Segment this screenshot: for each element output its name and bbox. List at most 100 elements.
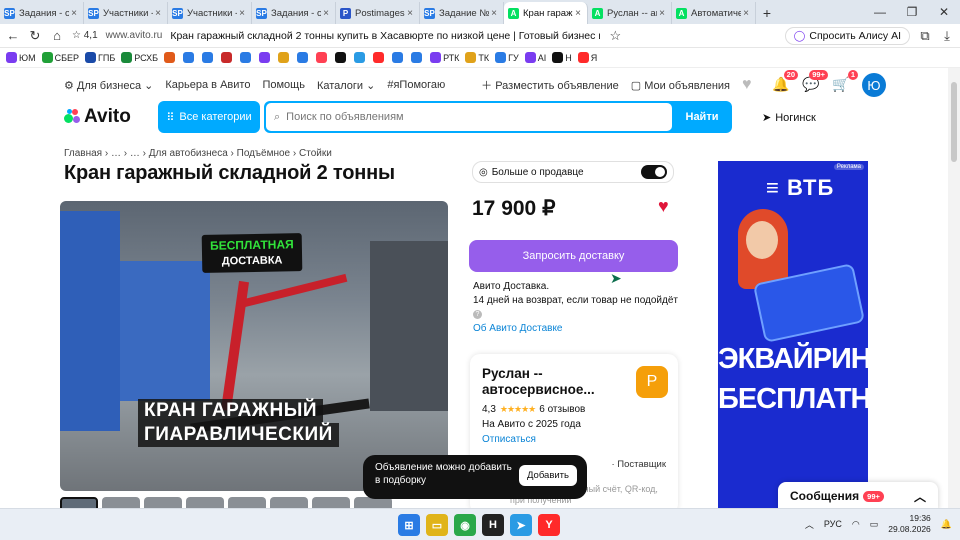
- breadcrumb[interactable]: Главная › … › … › Для автобизнеса › Подъ…: [64, 148, 332, 159]
- file-explorer-icon[interactable]: ▭: [426, 514, 448, 536]
- browser-tab[interactable]: SP Участники - пр×: [84, 2, 168, 24]
- bookmark-item[interactable]: AI: [524, 52, 546, 63]
- unsubscribe-link[interactable]: Отписаться: [482, 434, 666, 445]
- cart-icon[interactable]: 🛒 1: [832, 70, 858, 94]
- request-delivery-button[interactable]: Запросить доставку: [469, 240, 678, 272]
- bookmark-item[interactable]: [278, 52, 291, 63]
- home-icon[interactable]: ⌂: [50, 28, 64, 43]
- toggle-switch[interactable]: [641, 165, 667, 179]
- browser-tab[interactable]: SP Задания - общ×: [0, 2, 84, 24]
- seller-name[interactable]: Руслан -- автосервисное...: [482, 366, 622, 398]
- bookmark-item[interactable]: [316, 52, 329, 63]
- page-scrollbar[interactable]: [948, 68, 960, 508]
- browser-tab[interactable]: SP Участники - пр×: [168, 2, 252, 24]
- bookmark-item[interactable]: [373, 52, 386, 63]
- listing-photo[interactable]: БЕСПЛАТНАЯ ДОСТАВКА КРАН ГАРАЖНЫЙ ГИАРАВ…: [60, 201, 448, 491]
- wifi-icon[interactable]: ◠: [852, 519, 860, 530]
- bookmark-item[interactable]: [221, 52, 234, 63]
- browser-tab[interactable]: SP Задание №303×: [420, 2, 504, 24]
- restore-icon[interactable]: ❐: [896, 5, 928, 19]
- chevron-up-icon[interactable]: ︿: [914, 488, 926, 505]
- seller-avatar[interactable]: Р: [636, 366, 668, 398]
- close-tab-icon[interactable]: ×: [153, 8, 163, 19]
- close-tab-icon[interactable]: ×: [321, 8, 331, 19]
- minimize-icon[interactable]: —: [864, 5, 896, 19]
- reviews-link[interactable]: 6 отзывов: [539, 404, 585, 415]
- bookmark-item[interactable]: [202, 52, 215, 63]
- browser-tab[interactable]: A Автоматически×: [672, 2, 756, 24]
- url-page-title[interactable]: Кран гаражный складной 2 тонны купить в …: [170, 30, 600, 42]
- thumbnail[interactable]: [270, 497, 308, 508]
- bookmark-star-icon[interactable]: ☆: [608, 28, 622, 44]
- question-icon[interactable]: ?: [473, 309, 482, 319]
- tray-chevron-icon[interactable]: ︿: [805, 518, 814, 531]
- bookmark-item[interactable]: РТК: [430, 52, 459, 63]
- avito-logo[interactable]: Avito: [64, 106, 131, 128]
- chrome-icon[interactable]: ◉: [454, 514, 476, 536]
- close-tab-icon[interactable]: ×: [237, 8, 247, 19]
- for-business-link[interactable]: ⚙ Для бизнеса ⌄: [64, 79, 153, 92]
- notifications-icon[interactable]: 🔔 20: [772, 70, 798, 94]
- help-link[interactable]: Помощь: [262, 79, 305, 91]
- my-ads-link[interactable]: ▢ Мои объявления: [631, 79, 730, 92]
- battery-icon[interactable]: ▭: [870, 519, 879, 530]
- close-window-icon[interactable]: ✕: [928, 5, 960, 19]
- site-rating[interactable]: ☆ 4,1: [72, 30, 98, 41]
- all-categories-button[interactable]: ⠿ Все категории: [158, 101, 260, 133]
- bookmark-item[interactable]: [259, 52, 272, 63]
- hashtag-link[interactable]: #яПомогаю: [387, 79, 445, 91]
- bookmark-item[interactable]: Я: [577, 52, 597, 63]
- favorite-heart-icon[interactable]: ♥: [658, 196, 669, 217]
- close-tab-icon[interactable]: ×: [741, 8, 751, 19]
- messages-icon[interactable]: 💬 99+: [802, 70, 828, 94]
- thumbnail[interactable]: [186, 497, 224, 508]
- more-about-seller-toggle[interactable]: ◎ Больше о продавце: [472, 161, 674, 183]
- thumbnail[interactable]: [102, 497, 140, 508]
- add-button[interactable]: Добавить: [519, 465, 577, 486]
- bookmark-item[interactable]: СБЕР: [41, 52, 79, 63]
- messages-panel[interactable]: Сообщения 99+ ︿: [778, 482, 938, 508]
- bookmark-item[interactable]: [164, 52, 177, 63]
- bookmark-item[interactable]: ТК: [465, 52, 489, 63]
- notifications-bell-icon[interactable]: 🔔: [941, 519, 952, 530]
- bookmark-item[interactable]: Н: [552, 52, 572, 63]
- bookmark-item[interactable]: ЮМ: [6, 52, 36, 63]
- h-app-icon[interactable]: H: [482, 514, 504, 536]
- catalogs-link[interactable]: Каталоги ⌄: [317, 79, 375, 92]
- browser-tab[interactable]: A Кран гаражн ×: [504, 2, 588, 24]
- bookmark-item[interactable]: [240, 52, 253, 63]
- bookmark-item[interactable]: [297, 52, 310, 63]
- career-link[interactable]: Карьера в Авито: [165, 79, 250, 91]
- browser-tab[interactable]: SP Задания - общ×: [252, 2, 336, 24]
- favorites-icon[interactable]: ♥: [742, 76, 760, 94]
- close-tab-icon[interactable]: ×: [405, 8, 415, 19]
- new-tab-button[interactable]: +: [756, 2, 778, 24]
- bookmark-item[interactable]: [392, 52, 405, 63]
- bookmark-item[interactable]: [335, 52, 348, 63]
- bookmark-item[interactable]: [183, 52, 196, 63]
- thumbnail[interactable]: [312, 497, 350, 508]
- reload-icon[interactable]: ↻: [28, 28, 42, 44]
- language-indicator[interactable]: РУС: [824, 519, 842, 529]
- search-button[interactable]: Найти: [672, 101, 732, 133]
- scroll-thumb[interactable]: [951, 82, 957, 162]
- ask-alice-button[interactable]: ◯ Спросить Алису AI: [784, 26, 910, 45]
- bookmark-item[interactable]: [354, 52, 367, 63]
- browser-tab[interactable]: A Руслан -- автос×: [588, 2, 672, 24]
- thumbnail[interactable]: [60, 497, 98, 508]
- bookmark-item[interactable]: [411, 52, 424, 63]
- back-icon[interactable]: ←: [6, 28, 20, 43]
- post-ad-link[interactable]: ＋ Разместить объявление: [481, 77, 619, 93]
- bookmark-item[interactable]: ГУ: [495, 52, 519, 63]
- windows-start-icon[interactable]: ⊞: [398, 514, 420, 536]
- bookmark-item[interactable]: ГПБ: [85, 52, 115, 63]
- url-domain[interactable]: www.avito.ru: [106, 30, 163, 41]
- bookmark-item[interactable]: РСХБ: [121, 52, 158, 63]
- close-tab-icon[interactable]: ×: [657, 8, 667, 19]
- download-icon[interactable]: ⤓: [940, 28, 954, 44]
- about-delivery-link[interactable]: Об Авито Доставке: [473, 322, 678, 336]
- thumbnail[interactable]: [144, 497, 182, 508]
- search-input[interactable]: ⌕ Поиск по объявлениям: [266, 103, 672, 131]
- close-tab-icon[interactable]: ×: [573, 8, 583, 19]
- close-tab-icon[interactable]: ×: [489, 8, 499, 19]
